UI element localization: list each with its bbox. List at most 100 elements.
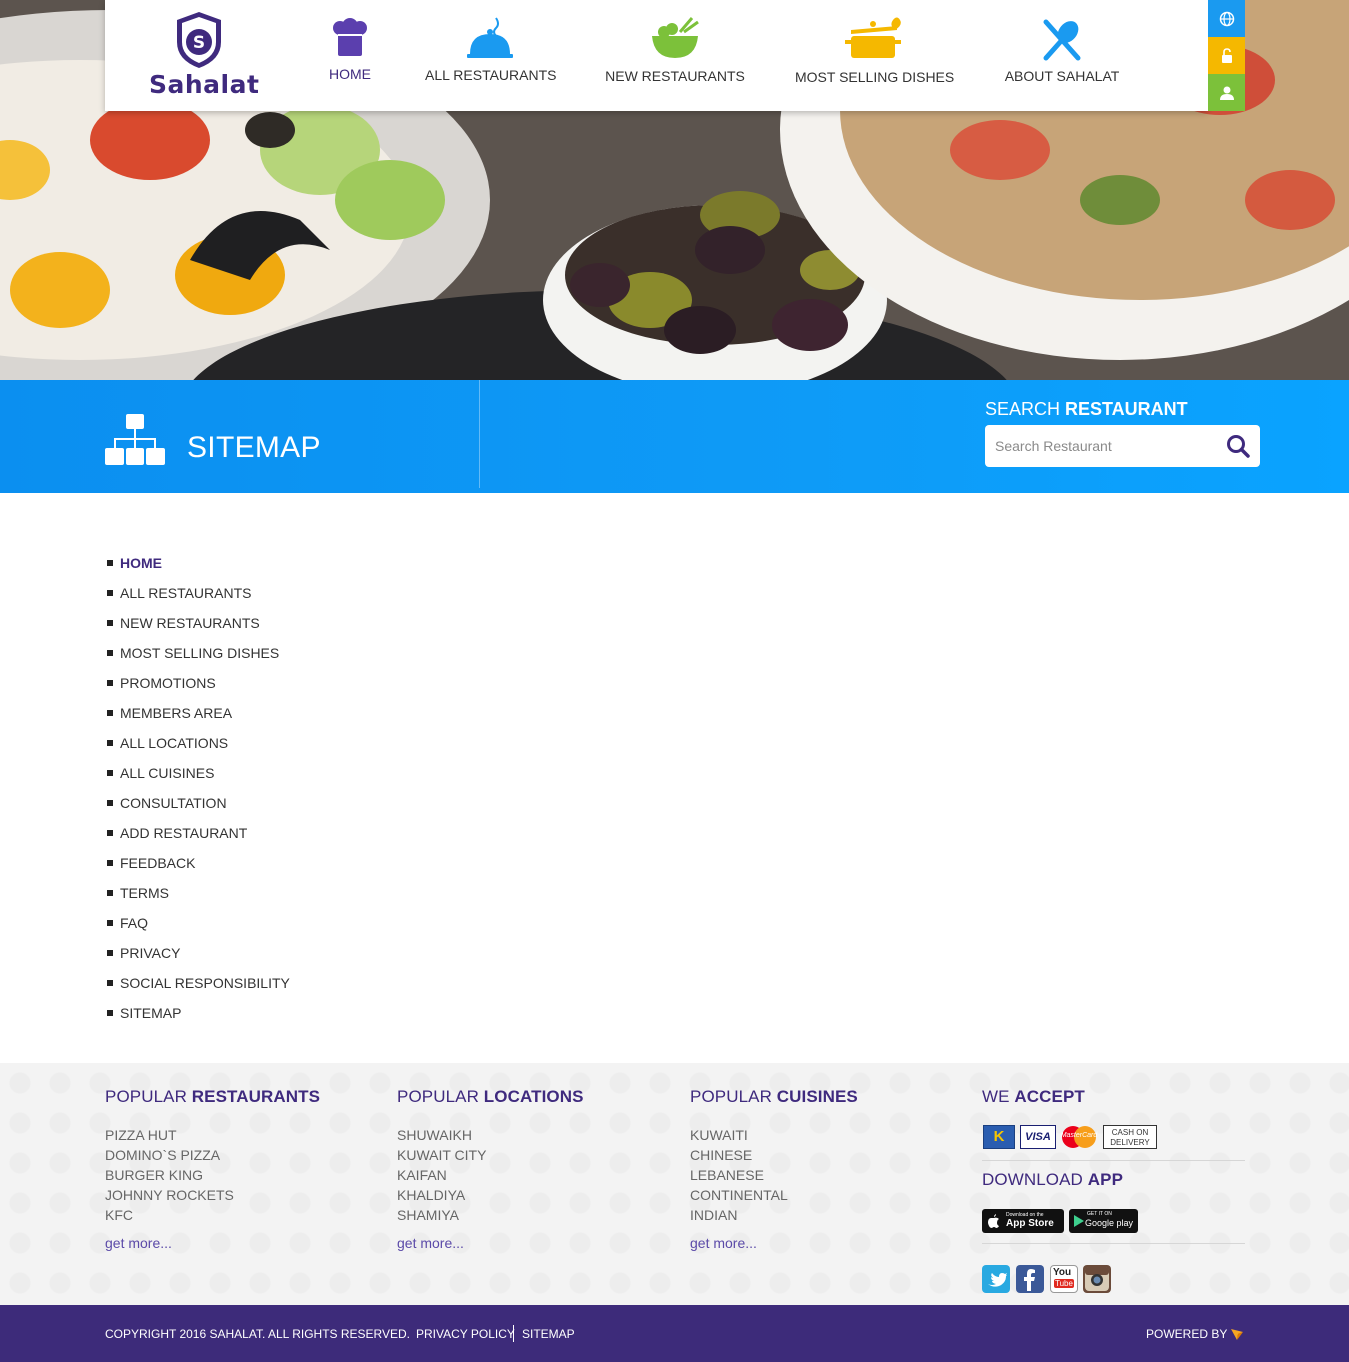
footer-link[interactable]: BURGER KING [105,1165,320,1185]
heading-bold: APP [1087,1170,1124,1189]
nav-most-selling-label: MOST SELLING DISHES [795,69,955,85]
sitemap-link[interactable]: SOCIAL RESPONSIBILITY [120,973,290,993]
bullet [107,800,113,806]
footer-link[interactable]: KUWAITI [690,1125,858,1145]
bullet [107,950,113,956]
sitemap-link[interactable]: CONSULTATION [120,793,227,813]
account-button[interactable] [1208,74,1245,111]
nav-all-restaurants[interactable]: ALL RESTAURANTS [425,0,557,111]
sitemap-link[interactable]: PROMOTIONS [120,673,216,693]
sitemap-link-bottom[interactable]: SITEMAP [522,1327,575,1341]
footer-link[interactable]: KAIFAN [397,1165,584,1185]
footer-link[interactable]: INDIAN [690,1205,858,1225]
nav-about-label: ABOUT SAHALAT [1004,68,1120,84]
nav-all-restaurants-label: ALL RESTAURANTS [425,67,557,83]
heading-light: POPULAR [690,1087,777,1106]
footer-link[interactable]: PIZZA HUT [105,1125,320,1145]
search-title: SEARCH RESTAURANT [985,399,1188,420]
sitemap-item: ALL LOCATIONS [107,733,290,763]
search-input[interactable] [995,425,1215,467]
sitemap-item: ALL CUISINES [107,763,290,793]
footer-popular-locations: POPULAR LOCATIONS SHUWAIKH KUWAIT CITY K… [397,1087,584,1251]
sitemap-link[interactable]: ALL CUISINES [120,763,214,783]
sitemap-item: FAQ [107,913,290,943]
knet-label: K [993,1128,1005,1145]
footer-link[interactable]: LEBANESE [690,1165,858,1185]
search-title-bold: RESTAURANT [1065,399,1188,419]
footer-we-accept: WE ACCEPT [982,1087,1085,1125]
google-play-button[interactable]: GET IT ON Google play [1069,1209,1138,1233]
footer-heading: POPULAR LOCATIONS [397,1087,584,1107]
bottom-separator [513,1325,514,1342]
cash-on-delivery-icon: CASH ON DELIVERY [1103,1125,1157,1149]
app-store-button[interactable]: Download on the App Store [982,1209,1064,1233]
bullet [107,560,113,566]
header-bar: S Sahalat HOME ALL RESTAURANTS NEW RESTA… [105,0,1208,111]
get-more-link[interactable]: get more... [105,1235,320,1251]
heading-light: POPULAR [105,1087,192,1106]
footer-link[interactable]: DOMINO`S PIZZA [105,1145,320,1165]
sitemap-link[interactable]: FAQ [120,913,148,933]
nav-home[interactable]: HOME [313,0,387,111]
sitemap-link[interactable]: MEMBERS AREA [120,703,232,723]
search-icon[interactable] [1226,434,1250,458]
sitemap-link[interactable]: SITEMAP [120,1003,181,1023]
footer-link[interactable]: SHAMIYA [397,1205,584,1225]
sitemap-link[interactable]: MOST SELLING DISHES [120,643,279,663]
logo[interactable]: S Sahalat [145,10,259,102]
login-button[interactable] [1208,37,1245,74]
nav-about[interactable]: ABOUT SAHALAT [1003,0,1121,111]
sitemap-link[interactable]: ALL RESTAURANTS [120,583,251,603]
sitemap-link[interactable]: HOME [120,553,162,573]
footer-download-app: DOWNLOAD APP [982,1170,1123,1208]
sitemap-item: ADD RESTAURANT [107,823,290,853]
sitemap-link[interactable]: ADD RESTAURANT [120,823,247,843]
sitemap-item: SITEMAP [107,1003,290,1033]
get-more-link[interactable]: get more... [690,1235,858,1251]
bullet [107,740,113,746]
heading-bold: ACCEPT [1014,1087,1085,1106]
mastercard-icon: MasterCard [1060,1125,1098,1149]
facebook-icon [1024,1269,1035,1291]
nav-home-label: HOME [329,66,371,82]
sitemap-link[interactable]: PRIVACY [120,943,180,963]
sitemap-link[interactable]: FEEDBACK [120,853,195,873]
footer-link[interactable]: KHALDIYA [397,1185,584,1205]
shield-logo-icon: S [177,12,221,68]
twitter-button[interactable] [982,1265,1010,1293]
sitemap-link[interactable]: ALL LOCATIONS [120,733,228,753]
heading-bold: LOCATIONS [483,1087,584,1106]
google-play-small: GET IT ON [1087,1211,1112,1217]
footer-link[interactable]: KFC [105,1205,320,1225]
bullet [107,590,113,596]
youtube-button[interactable]: You Tube [1050,1265,1078,1293]
privacy-policy-link[interactable]: PRIVACY POLICY [416,1327,515,1341]
side-tools [1208,0,1245,111]
nav-new-restaurants[interactable]: NEW RESTAURANTS [605,0,745,111]
footer-divider [982,1243,1245,1244]
facebook-button[interactable] [1016,1265,1044,1293]
brand-name: Sahalat [149,70,260,99]
powered-by-logo-icon[interactable] [1230,1327,1244,1341]
footer-link[interactable]: KUWAIT CITY [397,1145,584,1165]
footer-popular-cuisines: POPULAR CUISINES KUWAITI CHINESE LEBANES… [690,1087,858,1251]
heading-bold: RESTAURANTS [191,1087,321,1106]
sitemap-icon [105,414,165,465]
twitter-icon [988,1273,1007,1287]
sitemap-link[interactable]: NEW RESTAURANTS [120,613,260,633]
get-more-link[interactable]: get more... [397,1235,584,1251]
cod-line2: DELIVERY [1110,1138,1150,1147]
footer-link[interactable]: CONTINENTAL [690,1185,858,1205]
sitemap-link[interactable]: TERMS [120,883,169,903]
sitemap-item: ALL RESTAURANTS [107,583,290,613]
youtube-bottom: Tube [1054,1279,1074,1288]
instagram-button[interactable] [1083,1265,1111,1293]
footer-link[interactable]: SHUWAIKH [397,1125,584,1145]
app-store-label: App Store [1006,1218,1054,1229]
bullet [107,650,113,656]
nav-most-selling[interactable]: MOST SELLING DISHES [795,0,955,111]
language-button[interactable] [1208,0,1245,37]
footer-link[interactable]: CHINESE [690,1145,858,1165]
youtube-icon: You Tube [1051,1266,1077,1292]
footer-link[interactable]: JOHNNY ROCKETS [105,1185,320,1205]
